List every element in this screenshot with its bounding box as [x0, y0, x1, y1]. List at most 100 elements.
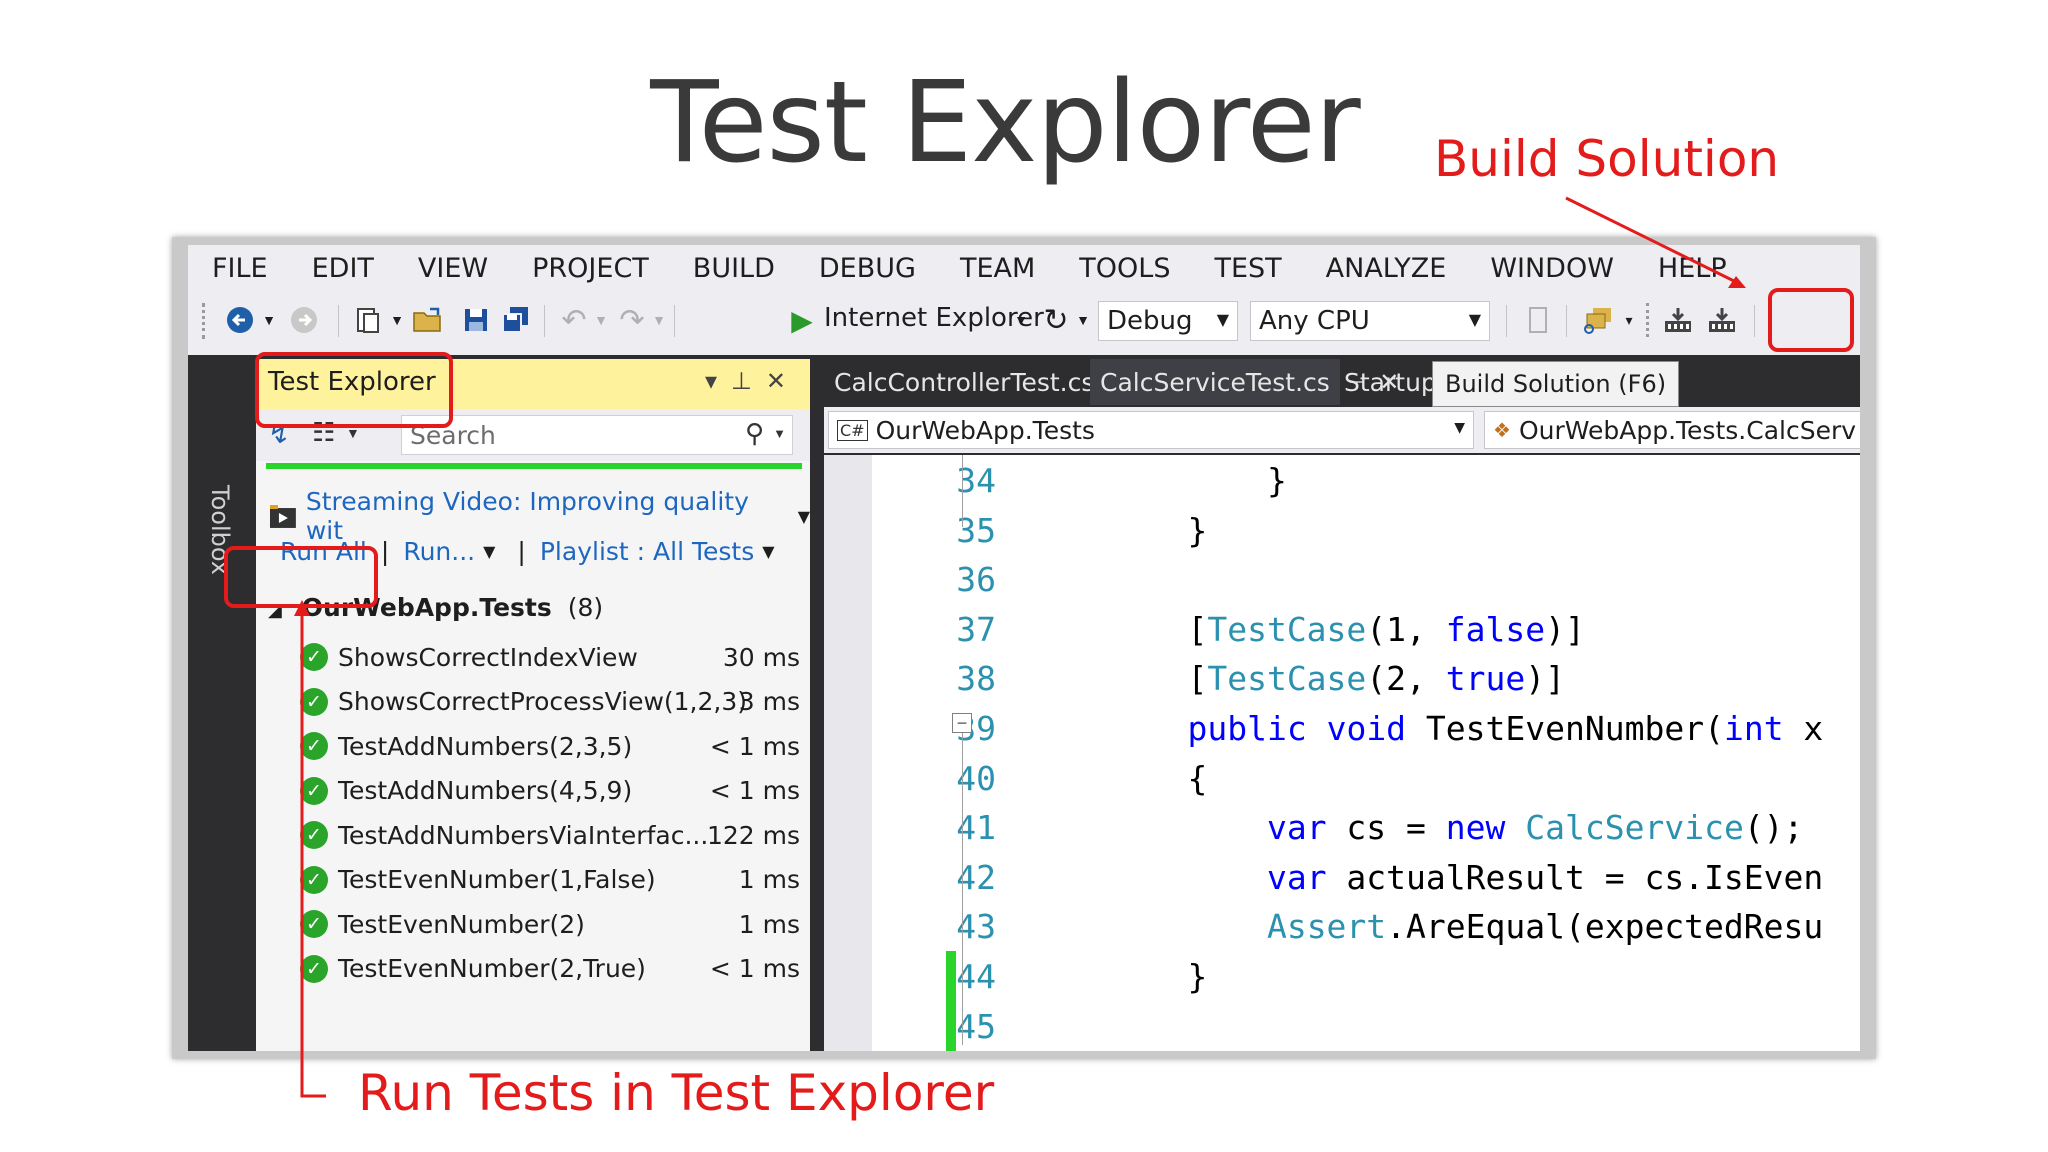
code-token: [: [1108, 659, 1208, 699]
build-solution-callout: Build Solution: [1434, 130, 1780, 188]
playlist-dropdown-icon[interactable]: ▼: [762, 542, 774, 561]
new-dropdown-icon[interactable]: ▼: [388, 291, 406, 349]
menu-team[interactable]: TEAM: [960, 253, 1035, 284]
browser-dropdown-icon[interactable]: ▼: [1012, 291, 1030, 349]
menu-tools[interactable]: TOOLS: [1079, 253, 1170, 284]
back-dropdown-icon[interactable]: ▼: [260, 291, 278, 349]
test-row[interactable]: ✓ TestEvenNumber(2) 1 ms: [300, 902, 800, 947]
build-icon[interactable]: [1658, 291, 1698, 349]
search-icon[interactable]: ⚲: [745, 418, 764, 449]
type-navigation-select[interactable]: ❖ OurWebApp.Tests.CalcServ: [1484, 411, 1860, 449]
panel-dropdown-icon[interactable]: ▾: [705, 368, 731, 395]
start-debugging-icon[interactable]: ▶: [784, 291, 820, 349]
find-in-files-icon[interactable]: [1576, 291, 1620, 349]
code-line[interactable]: 44 }: [884, 951, 1860, 1001]
class-icon: ❖: [1493, 418, 1511, 442]
keyword-token: new: [1445, 808, 1506, 848]
test-row[interactable]: ✓ ShowsCorrectIndexView 30 ms: [300, 635, 800, 680]
test-row[interactable]: ✓ TestAddNumbersViaInterfac... 122 ms: [300, 813, 800, 858]
tab-calccontrollertest[interactable]: CalcControllerTest.cs: [824, 359, 1096, 405]
toolbar-separator: [1506, 305, 1507, 337]
menu-edit[interactable]: EDIT: [312, 253, 374, 284]
code-editor: CalcControllerTest.cs CalcServiceTest.cs…: [824, 359, 1860, 1051]
test-row[interactable]: ✓ TestEvenNumber(2,True) < 1 ms: [300, 947, 800, 992]
redo-dropdown-icon[interactable]: ▼: [650, 291, 668, 349]
code-line[interactable]: 35 }: [884, 505, 1860, 555]
divider: |: [517, 537, 526, 566]
line-number: 37: [956, 609, 996, 649]
divider: |: [380, 537, 390, 566]
platform-select[interactable]: Any CPU ▼: [1250, 301, 1490, 341]
menu-window[interactable]: WINDOW: [1490, 253, 1614, 284]
collapse-icon[interactable]: −: [952, 713, 972, 733]
open-folder-icon[interactable]: [408, 291, 448, 349]
code-token: ();: [1743, 808, 1804, 848]
menu-help[interactable]: HELP: [1658, 253, 1727, 284]
code-line[interactable]: 34 }: [884, 455, 1860, 505]
code-token: x: [1783, 708, 1824, 748]
back-icon[interactable]: [220, 291, 260, 349]
code-line[interactable]: 38 [TestCase(2, true)]: [884, 653, 1860, 703]
change-indicator-bar: [946, 951, 956, 1051]
configuration-select[interactable]: Debug ▼: [1098, 301, 1238, 341]
refresh-icon[interactable]: ↻: [1036, 291, 1076, 349]
redo-icon[interactable]: ↷: [612, 291, 652, 349]
code-token: cs =: [1326, 808, 1446, 848]
project-name: OurWebApp.Tests: [875, 415, 1095, 445]
run-link[interactable]: Run...: [403, 537, 475, 566]
code-line[interactable]: 36: [884, 554, 1860, 604]
new-project-icon[interactable]: [348, 291, 388, 349]
run-dropdown-icon[interactable]: ▼: [483, 542, 495, 561]
chevron-down-icon[interactable]: ▼: [798, 507, 810, 526]
line-number: 34: [956, 461, 996, 500]
close-icon[interactable]: ✕: [766, 368, 800, 395]
pin-icon[interactable]: ⊥: [731, 368, 766, 395]
keyword-token: false: [1445, 609, 1546, 649]
code-line[interactable]: 43 Assert.AreEqual(expectedResu: [884, 901, 1860, 951]
code-line[interactable]: 40 {: [884, 753, 1860, 803]
overflow-icon[interactable]: ▾: [1620, 291, 1638, 349]
test-name: ShowsCorrectProcessView(1,2,3): [338, 687, 748, 717]
menu-analyze[interactable]: ANALYZE: [1326, 253, 1447, 284]
toolbar-grip[interactable]: [202, 303, 211, 339]
playlist-link[interactable]: Playlist : All Tests: [540, 537, 754, 566]
line-number: 41: [956, 808, 996, 848]
toolbar-grip[interactable]: [1642, 291, 1656, 349]
browser-selector[interactable]: Internet Explorer: [824, 303, 1044, 333]
undo-dropdown-icon[interactable]: ▼: [592, 291, 610, 349]
menu-debug[interactable]: DEBUG: [819, 253, 916, 284]
undo-icon[interactable]: ↶: [554, 291, 594, 349]
project-navigation-select[interactable]: C# OurWebApp.Tests ▼: [828, 411, 1474, 449]
refresh-dropdown-icon[interactable]: ▼: [1074, 291, 1092, 349]
forward-icon[interactable]: [284, 291, 324, 349]
attach-icon[interactable]: [1518, 291, 1558, 349]
code-line[interactable]: 45: [884, 1001, 1860, 1051]
outline-line: [962, 715, 963, 1045]
test-row[interactable]: ✓ ShowsCorrectProcessView(1,2,3) 3 ms: [300, 680, 800, 725]
test-row[interactable]: ✓ TestAddNumbers(4,5,9) < 1 ms: [300, 769, 800, 814]
code-text: }: [1108, 461, 1287, 500]
save-icon[interactable]: [456, 291, 496, 349]
tab-calcservicetest[interactable]: CalcServiceTest.cs ⊣ ✕: [1090, 359, 1399, 405]
menu-test[interactable]: TEST: [1214, 253, 1281, 284]
code-text: public void TestEvenNumber(int x: [1108, 709, 1823, 748]
code-line[interactable]: 37 [TestCase(1, false)]: [884, 604, 1860, 654]
editor-gutter: [824, 455, 872, 1051]
save-all-icon[interactable]: [496, 291, 536, 349]
toolbox-tab[interactable]: Toolbox: [188, 355, 252, 1051]
menu-view[interactable]: VIEW: [418, 253, 488, 284]
code-line[interactable]: 39 public void TestEvenNumber(int x: [884, 703, 1860, 753]
build-solution-icon[interactable]: [1702, 291, 1742, 349]
code-line[interactable]: 41 var cs = new CalcService();: [884, 802, 1860, 852]
test-row[interactable]: ✓ TestEvenNumber(1,False) 1 ms: [300, 858, 800, 903]
test-row[interactable]: ✓ TestAddNumbers(2,3,5) < 1 ms: [300, 724, 800, 769]
menu-project[interactable]: PROJECT: [532, 253, 649, 284]
code-line[interactable]: 42 var actualResult = cs.IsEven: [884, 852, 1860, 902]
code-area[interactable]: 34 } 35 } 36 37 [TestCase(1, false)] 38 [Tes…: [824, 455, 1860, 1051]
menu-file[interactable]: FILE: [212, 253, 268, 284]
test-list: ✓ ShowsCorrectIndexView 30 ms ✓ ShowsCorrect…: [300, 635, 800, 991]
menu-build[interactable]: BUILD: [693, 253, 775, 284]
search-dropdown-icon[interactable]: ▼: [773, 426, 786, 441]
